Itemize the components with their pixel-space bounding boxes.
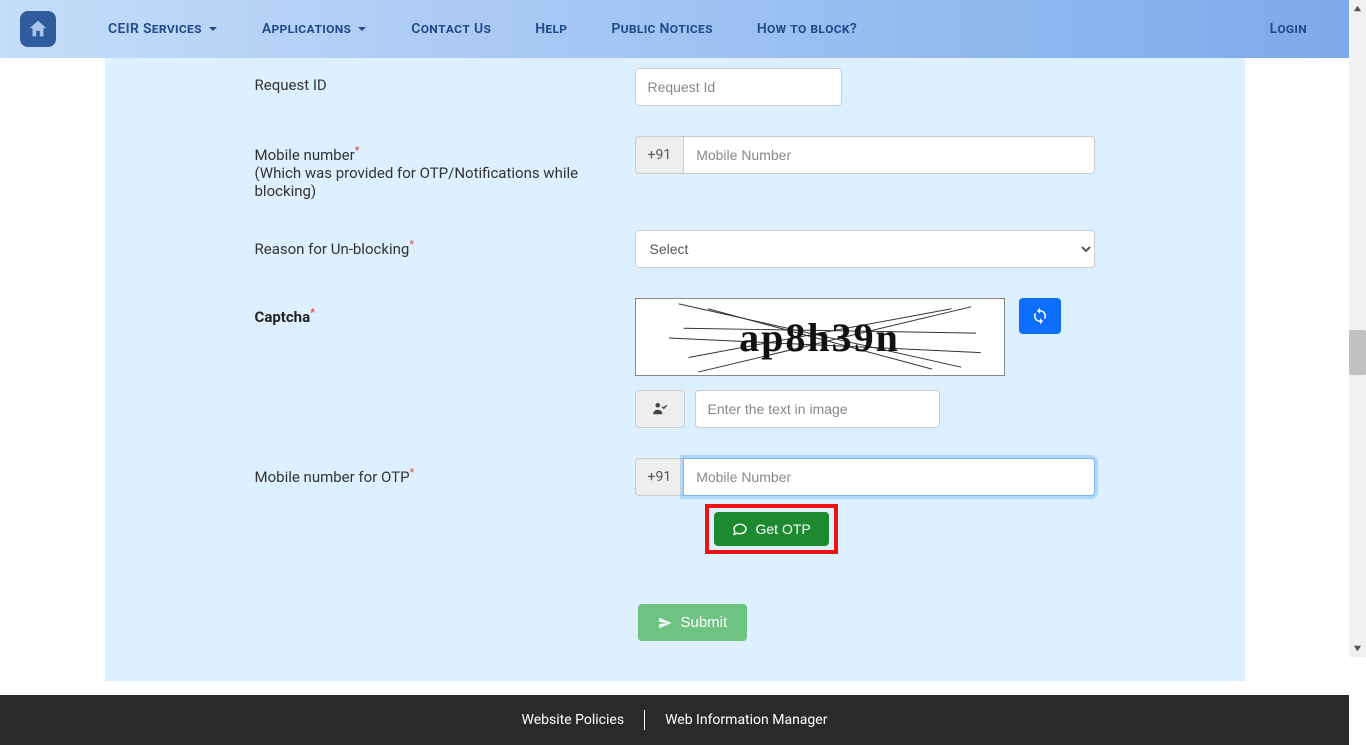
nav-contact-us[interactable]: Contact Us	[389, 21, 513, 37]
otp-mobile-input[interactable]	[683, 458, 1094, 496]
nav-applications[interactable]: Applications	[240, 21, 389, 37]
nav-help[interactable]: Help	[513, 21, 589, 37]
captcha-refresh-button[interactable]	[1019, 298, 1061, 334]
home-button[interactable]	[20, 11, 56, 47]
submit-label: Submit	[680, 614, 727, 631]
triangle-up-icon	[1353, 4, 1362, 13]
scroll-up-button[interactable]	[1349, 0, 1366, 17]
country-code-addon-otp: +91	[635, 458, 684, 496]
get-otp-label: Get OTP	[756, 521, 811, 537]
request-id-input[interactable]	[635, 68, 842, 106]
nav-label: CEIR Services	[108, 21, 202, 37]
mobile-label: Mobile number* (Which was provided for O…	[255, 136, 635, 200]
scrollbar[interactable]	[1349, 0, 1366, 657]
get-otp-highlight: Get OTP	[705, 504, 838, 554]
nav-login[interactable]: Login	[1248, 21, 1329, 37]
footer-policies-link[interactable]: Website Policies	[502, 712, 645, 728]
triangle-down-icon	[1353, 644, 1362, 653]
nav-label: Applications	[262, 21, 351, 37]
scroll-down-button[interactable]	[1349, 640, 1366, 657]
footer-wim-link[interactable]: Web Information Manager	[645, 712, 847, 728]
nav-label: Contact Us	[411, 21, 491, 37]
reason-label: Reason for Un-blocking*	[255, 230, 635, 258]
captcha-person-addon	[635, 390, 685, 428]
refresh-icon	[1031, 307, 1049, 325]
chevron-down-icon	[357, 24, 367, 34]
nav-label: Help	[535, 21, 567, 37]
captcha-image: ap8h39n	[635, 298, 1005, 376]
reason-select[interactable]: Select	[635, 230, 1095, 268]
footer: Website Policies Web Information Manager	[0, 695, 1349, 745]
captcha-text: ap8h39n	[739, 314, 900, 361]
get-otp-button[interactable]: Get OTP	[714, 512, 829, 546]
country-code-addon: +91	[635, 136, 684, 174]
form-panel: Request ID Mobile number* (Which was pro…	[105, 58, 1245, 681]
chevron-down-icon	[208, 24, 218, 34]
nav-label: Public Notices	[611, 21, 713, 37]
scroll-thumb[interactable]	[1349, 330, 1366, 375]
submit-button[interactable]: Submit	[638, 604, 747, 641]
mobile-number-input[interactable]	[683, 136, 1094, 174]
nav-how-to-block[interactable]: How to block?	[735, 21, 879, 37]
otp-mobile-label: Mobile number for OTP*	[255, 458, 635, 486]
nav-label: How to block?	[757, 21, 857, 37]
chat-icon	[732, 521, 748, 537]
captcha-input[interactable]	[695, 390, 940, 428]
nav-public-notices[interactable]: Public Notices	[589, 21, 735, 37]
home-icon	[27, 18, 49, 40]
nav-ceir-services[interactable]: CEIR Services	[86, 21, 240, 37]
request-id-label: Request ID	[255, 68, 635, 94]
captcha-label: Captcha*	[255, 298, 635, 326]
navbar: CEIR Services Applications Contact Us He…	[0, 0, 1349, 58]
send-icon	[658, 616, 672, 630]
nav-label: Login	[1270, 21, 1307, 37]
person-check-icon	[651, 400, 669, 418]
